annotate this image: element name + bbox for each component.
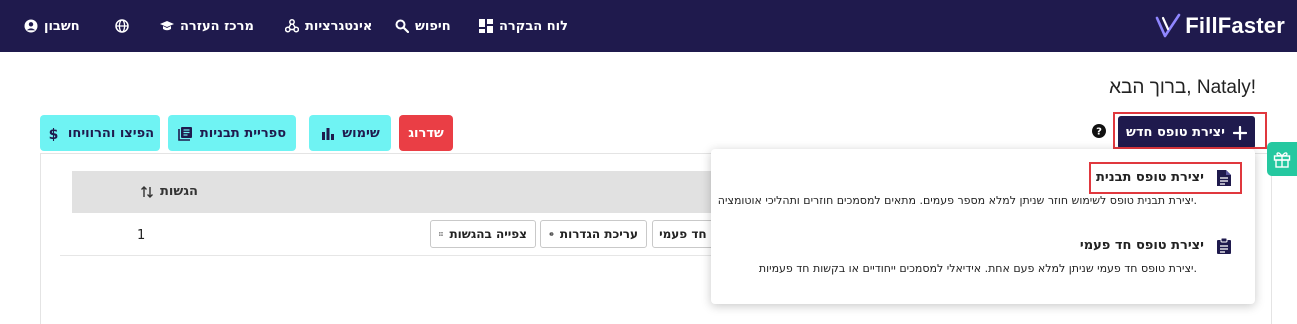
language-switcher[interactable] bbox=[115, 16, 129, 36]
gift-icon bbox=[1273, 150, 1291, 168]
user-circle-icon bbox=[24, 19, 38, 33]
template-library-button[interactable]: ספריית תבניות bbox=[168, 115, 296, 151]
grid-icon bbox=[479, 19, 493, 33]
usage-label: שימוש bbox=[342, 126, 379, 141]
gear-icon bbox=[549, 228, 554, 240]
brand-name: FillFaster bbox=[1185, 13, 1285, 39]
dollar-icon: $ bbox=[46, 126, 61, 141]
plus-icon bbox=[1233, 126, 1247, 140]
sort-icon bbox=[140, 185, 154, 199]
column-header-submissions-label: הגשות bbox=[160, 184, 198, 199]
nav-dashboard[interactable]: לוח הבקרה bbox=[479, 16, 568, 36]
create-new-form-button[interactable]: יצירת טופס חדש bbox=[1118, 116, 1255, 149]
nav-integrations[interactable]: אינטגרציות bbox=[285, 16, 372, 36]
search-icon bbox=[395, 19, 409, 33]
library-icon bbox=[178, 126, 193, 141]
table-row-divider bbox=[60, 255, 720, 256]
upgrade-button[interactable]: שדרוג bbox=[399, 115, 453, 151]
webhook-icon bbox=[285, 19, 299, 33]
top-navbar: FillFaster לוח הבקרה חיפוש אינטגרציות bbox=[0, 0, 1297, 52]
menu-item-template-form-description: יצירת תבנית טופס לשימוש חוזר שניתן למלא … bbox=[718, 194, 1197, 207]
edit-settings-label: עריכת הגדרות bbox=[560, 227, 638, 241]
upgrade-label: שדרוג bbox=[408, 126, 444, 141]
nav-integrations-label: אינטגרציות bbox=[305, 19, 372, 34]
nav-account[interactable]: חשבון bbox=[24, 16, 80, 36]
one-time-form-button-label: ס חד פעמי bbox=[659, 227, 719, 241]
bar-chart-icon bbox=[320, 126, 335, 141]
edit-settings-button[interactable]: עריכת הגדרות bbox=[540, 220, 647, 248]
view-submissions-label: צפייה בהגשות bbox=[449, 227, 527, 241]
distribute-profit-label: הפיצו והרוויחו bbox=[68, 126, 154, 141]
graduation-cap-icon bbox=[160, 19, 174, 33]
nav-dashboard-label: לוח הבקרה bbox=[499, 19, 568, 34]
nav-help-center-label: מרכז העזרה bbox=[180, 19, 254, 34]
svg-text:?: ? bbox=[1096, 127, 1102, 138]
gift-side-tab[interactable] bbox=[1267, 142, 1297, 176]
brand-logo[interactable]: FillFaster bbox=[1154, 10, 1285, 42]
nav-help-center[interactable]: מרכז העזרה bbox=[160, 16, 254, 36]
column-header-submissions[interactable]: הגשות bbox=[140, 184, 198, 199]
usage-button[interactable]: שימוש bbox=[309, 115, 391, 151]
list-icon bbox=[439, 228, 443, 240]
clipboard-icon bbox=[1216, 237, 1232, 255]
nav-search-label: חיפוש bbox=[415, 19, 451, 34]
globe-icon bbox=[115, 19, 129, 33]
create-new-form-label: יצירת טופס חדש bbox=[1126, 125, 1225, 140]
template-library-label: ספריית תבניות bbox=[200, 126, 286, 141]
view-submissions-button[interactable]: צפייה בהגשות bbox=[430, 220, 536, 248]
nav-account-label: חשבון bbox=[44, 19, 80, 34]
nav-search[interactable]: חיפוש bbox=[395, 16, 451, 36]
menu-item-template-form-title: יצירת טופס תבנית bbox=[1096, 170, 1204, 185]
submissions-count: 1 bbox=[137, 228, 145, 243]
file-text-icon bbox=[1216, 169, 1232, 187]
menu-item-one-time-form-title: יצירת טופס חד פעמי bbox=[1080, 238, 1204, 253]
question-circle-icon[interactable]: ? bbox=[1092, 124, 1106, 138]
svg-text:$: $ bbox=[49, 127, 59, 141]
logo-mark-icon bbox=[1154, 12, 1182, 40]
menu-item-one-time-form-description: יצירת טופס חד פעמי שניתן למלא פעם אחת. א… bbox=[759, 262, 1197, 275]
distribute-profit-button[interactable]: $ הפיצו והרוויחו bbox=[40, 115, 160, 151]
welcome-heading: ברוך הבא, Nataly! bbox=[1109, 77, 1256, 99]
